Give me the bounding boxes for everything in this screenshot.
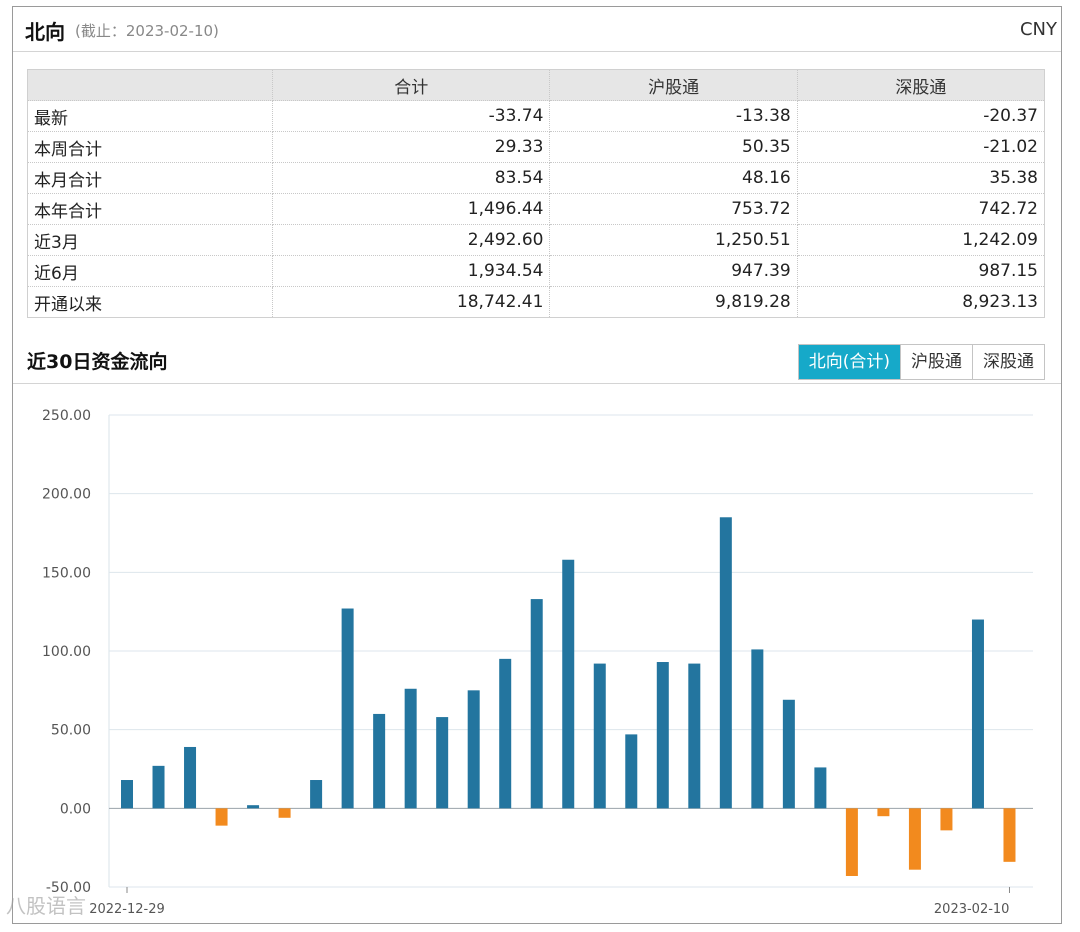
row-label: 近3月 (27, 224, 273, 256)
table-cell: 1,250.51 (549, 224, 798, 256)
table-row: 本年合计 1,496.44 753.72 742.72 (27, 193, 1046, 225)
tab-north-total[interactable]: 北向(合计) (798, 345, 900, 379)
panel-title: 北向 (25, 19, 65, 44)
row-label: 本周合计 (27, 131, 273, 163)
header-divider (13, 51, 1061, 52)
bar (751, 649, 764, 809)
table-cell: 947.39 (549, 255, 798, 287)
table-cell: 742.72 (797, 193, 1046, 225)
table-cell: 29.33 (272, 131, 551, 163)
column-header (27, 69, 273, 101)
currency-label: CNY (1019, 19, 1057, 40)
bar (278, 808, 291, 818)
bar (341, 608, 354, 809)
x-tick-label: 2023-02-10 (934, 902, 1010, 917)
bar (215, 808, 228, 826)
table-cell: 83.54 (272, 162, 551, 194)
bar (121, 780, 133, 809)
table-cell: -21.02 (797, 131, 1046, 163)
bar (719, 517, 732, 809)
y-tick-label: 50.00 (51, 723, 91, 739)
bar (908, 808, 921, 870)
bar (404, 688, 417, 809)
bar (1003, 808, 1016, 862)
row-label: 近6月 (27, 255, 273, 287)
table-cell: 2,492.60 (272, 224, 551, 256)
bar (373, 713, 386, 809)
bar (436, 717, 449, 809)
bar (184, 746, 197, 809)
bar (940, 808, 953, 831)
y-tick-label: 150.00 (42, 565, 91, 581)
table-row: 开通以来 18,742.41 9,819.28 8,923.13 (27, 286, 1046, 318)
as-of-date: (截止：2023-02-10) (75, 21, 219, 40)
section-title: 近30日资金流向 (27, 351, 168, 373)
bar (247, 805, 260, 809)
x-tick-label: 2022-12-29 (89, 902, 165, 917)
table-cell: 35.38 (797, 162, 1046, 194)
bar (782, 699, 795, 809)
table-cell: -33.74 (272, 100, 551, 132)
row-label: 本月合计 (27, 162, 273, 194)
table-cell: 8,923.13 (797, 286, 1046, 318)
row-label: 开通以来 (27, 286, 273, 318)
bar (656, 662, 669, 809)
table-row: 近6月 1,934.54 947.39 987.15 (27, 255, 1046, 287)
market-tabs: 北向(合计) 沪股通 深股通 (797, 344, 1045, 380)
y-tick-label: 200.00 (42, 487, 91, 503)
bar (688, 663, 701, 809)
y-tick-label: 100.00 (42, 644, 91, 660)
table-cell: 1,242.09 (797, 224, 1046, 256)
bar (530, 599, 543, 809)
column-header-total: 合计 (272, 69, 551, 101)
table-row: 本月合计 83.54 48.16 35.38 (27, 162, 1046, 194)
y-tick-label: 250.00 (42, 408, 91, 424)
bar (625, 734, 638, 809)
row-label: 最新 (27, 100, 273, 132)
table-cell: 48.16 (549, 162, 798, 194)
table-cell: 9,819.28 (549, 286, 798, 318)
table-cell: 753.72 (549, 193, 798, 225)
flow-bar-chart: 250.00200.00150.00100.0050.000.00-50.002… (42, 408, 1033, 917)
table-cell: 987.15 (797, 255, 1046, 287)
tab-shenzhen-connect[interactable]: 深股通 (972, 345, 1044, 379)
watermark-logo: 八股语言 (6, 894, 86, 918)
table-cell: 1,934.54 (272, 255, 551, 287)
bar (593, 663, 606, 809)
table-row: 近3月 2,492.60 1,250.51 1,242.09 (27, 224, 1046, 256)
column-header-sz: 深股通 (797, 69, 1046, 101)
table-cell: 50.35 (549, 131, 798, 163)
table-row: 本周合计 29.33 50.35 -21.02 (27, 131, 1046, 163)
bar (152, 765, 165, 809)
bar (562, 559, 575, 809)
bar (814, 767, 827, 809)
bar (877, 808, 890, 817)
chart-divider (13, 383, 1061, 384)
y-tick-label: 0.00 (60, 801, 91, 817)
bar (971, 619, 984, 809)
row-label: 本年合计 (27, 193, 273, 225)
table-row: 最新 -33.74 -13.38 -20.37 (27, 100, 1046, 132)
panel-header: 北向 (截止：2023-02-10) CNY (25, 7, 1061, 53)
table-cell: 1,496.44 (272, 193, 551, 225)
bar (499, 658, 512, 809)
summary-header-row: 合计 沪股通 深股通 (27, 69, 1046, 101)
table-cell: 18,742.41 (272, 286, 551, 318)
table-cell: -20.37 (797, 100, 1046, 132)
bar (467, 690, 480, 809)
tab-shanghai-connect[interactable]: 沪股通 (900, 345, 972, 379)
column-header-sh: 沪股通 (549, 69, 798, 101)
table-cell: -13.38 (549, 100, 798, 132)
summary-table: 合计 沪股通 深股通 最新 -33.74 -13.38 -20.37 本周合计 29.33… (27, 69, 1046, 318)
bar (310, 780, 323, 809)
north-flow-panel: 北向 (截止：2023-02-10) CNY 合计 沪股通 深股通 最新 -33.… (12, 6, 1062, 924)
bar (845, 808, 858, 876)
